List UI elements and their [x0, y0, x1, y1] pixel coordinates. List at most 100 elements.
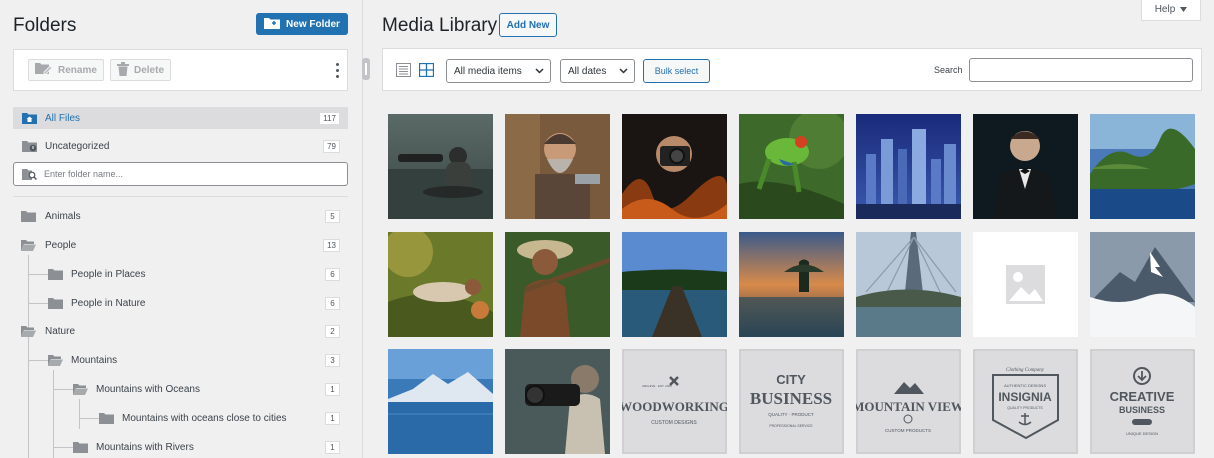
- logo-subtitle-text: QUALITY PRODUCTS: [1007, 406, 1043, 410]
- media-item-bearded-man[interactable]: [505, 114, 610, 219]
- logo-small-text: UNIQUE DESIGN: [1126, 431, 1158, 436]
- folder-label: Animals: [45, 210, 81, 222]
- delete-label: Delete: [134, 64, 165, 76]
- folders-title: Folders: [13, 15, 77, 36]
- folder-open-icon: [73, 383, 88, 395]
- folder-info-icon: [22, 140, 37, 152]
- help-tab[interactable]: Help: [1141, 0, 1201, 21]
- folder-label: Mountains with oceans close to cities: [122, 412, 287, 424]
- folder-tree-item[interactable]: People 13: [13, 234, 348, 256]
- media-library-panel: Media Library Add New Help All media ite…: [364, 0, 1214, 458]
- logo-title-text: CREATIVE: [1110, 389, 1175, 404]
- new-folder-label: New Folder: [286, 18, 340, 30]
- media-item-city-skyline[interactable]: [856, 114, 961, 219]
- logo-title-text: MOUNTAIN VIEW: [856, 399, 961, 414]
- media-item-sunset-swamp[interactable]: [739, 232, 844, 337]
- media-item-logo-city-business[interactable]: CITY BUSINESS QUALITY · PRODUCT PROFESSIONA…: [739, 349, 844, 454]
- folder-count: 1: [325, 382, 340, 396]
- logo-subtitle-text: CUSTOM PRODUCTS: [885, 428, 931, 433]
- logo-small-text: Clothing Company: [1006, 368, 1045, 373]
- folder-count: 6: [325, 296, 340, 310]
- media-search-input[interactable]: [969, 58, 1193, 82]
- media-item-logo-insignia[interactable]: Clothing Company AUTHENTIC DESIGNS INSIGNI…: [973, 349, 1078, 454]
- dates-value: All dates: [568, 65, 607, 77]
- media-item-reclining-person[interactable]: [388, 232, 493, 337]
- media-type-value: All media items: [454, 65, 522, 77]
- chevron-down-icon: [535, 67, 544, 78]
- media-item-frog[interactable]: [739, 114, 844, 219]
- media-item-old-man-hat[interactable]: [505, 232, 610, 337]
- folder-edit-icon: [35, 62, 53, 78]
- folder-open-icon: [21, 325, 36, 337]
- media-item-man-in-suit[interactable]: [973, 114, 1078, 219]
- logo-subtitle-text: BUSINESS: [750, 389, 832, 408]
- media-item-bridge[interactable]: [856, 232, 961, 337]
- folder-search-field[interactable]: [13, 162, 348, 186]
- folder-count: 2: [325, 324, 340, 338]
- media-item-placeholder[interactable]: [973, 232, 1078, 337]
- bulk-select-button[interactable]: Bulk select: [643, 59, 710, 83]
- folder-count: 3: [325, 353, 340, 367]
- folder-add-icon: [264, 17, 281, 32]
- media-item-snowy-peak[interactable]: [1090, 232, 1195, 337]
- media-item-logo-mountain-view[interactable]: MOUNTAIN VIEW CUSTOM PRODUCTS: [856, 349, 961, 454]
- logo-subtitle-text: CUSTOM DESIGNS: [651, 420, 697, 426]
- media-item-mountain-lake[interactable]: [388, 349, 493, 454]
- folder-open-icon: [48, 354, 63, 366]
- logo-small-text: ARCHIVE · EST. 2020: [642, 384, 672, 388]
- folder-all-files[interactable]: All Files 117: [13, 107, 348, 129]
- folder-icon: [73, 441, 88, 453]
- rename-label: Rename: [58, 64, 97, 76]
- uncategorized-count: 79: [323, 139, 340, 153]
- new-folder-button[interactable]: New Folder: [256, 13, 348, 35]
- folder-tree-item[interactable]: Mountains with Rivers 1: [13, 436, 348, 458]
- folder-count: 1: [325, 411, 340, 425]
- folder-tree-item[interactable]: Animals 5: [13, 205, 348, 227]
- media-type-select[interactable]: All media items: [446, 59, 551, 83]
- media-item-logo-creative-business[interactable]: CREATIVE BUSINESS UNIQUE DESIGN: [1090, 349, 1195, 454]
- grid-view-icon[interactable]: [418, 62, 435, 80]
- delete-button[interactable]: Delete: [110, 59, 172, 81]
- divider: [13, 196, 348, 197]
- folder-icon: [99, 412, 114, 424]
- logo-title-text: CITY: [776, 372, 806, 387]
- logo-title-text: WOODWORKING: [622, 399, 727, 414]
- folder-label: People in Places: [71, 268, 146, 280]
- chevron-down-icon: [619, 67, 628, 78]
- folder-icon: [48, 268, 63, 280]
- list-view-icon[interactable]: [396, 63, 411, 80]
- add-new-button[interactable]: Add New: [499, 13, 557, 37]
- folder-uncategorized[interactable]: Uncategorized 79: [13, 135, 348, 157]
- uncategorized-label: Uncategorized: [45, 140, 110, 152]
- folder-count: 13: [323, 238, 340, 252]
- folders-panel: Folders New Folder Rename Delete All Fil…: [0, 0, 363, 458]
- folder-tree-item[interactable]: People in Places 6: [13, 263, 348, 285]
- folder-tree-item[interactable]: Mountains with Oceans 1: [13, 378, 348, 400]
- media-item-photographer-lake[interactable]: [388, 114, 493, 219]
- rename-button[interactable]: Rename: [28, 59, 104, 81]
- dates-select[interactable]: All dates: [560, 59, 635, 83]
- folder-tree-item[interactable]: People in Nature 6: [13, 292, 348, 314]
- folder-label: People: [45, 239, 77, 251]
- media-item-camera-fire[interactable]: [622, 114, 727, 219]
- logo-subtitle-text: BUSINESS: [1119, 405, 1165, 415]
- folder-label: People in Nature: [71, 297, 146, 309]
- folder-count: 1: [325, 440, 340, 454]
- more-options-icon[interactable]: [336, 63, 339, 78]
- search-label: Search: [934, 65, 963, 75]
- folder-label: Nature: [45, 325, 76, 337]
- media-item-boat-river[interactable]: [622, 232, 727, 337]
- folder-tree-item[interactable]: Nature 2: [13, 320, 348, 342]
- page-title: Media Library: [382, 15, 498, 36]
- folder-count: 6: [325, 267, 340, 281]
- folder-toolbar: Rename Delete: [13, 49, 348, 91]
- media-item-coastline[interactable]: [1090, 114, 1195, 219]
- logo-small-text: QUALITY · PRODUCT: [768, 412, 814, 417]
- media-item-photographer-camera[interactable]: [505, 349, 610, 454]
- all-files-label: All Files: [45, 112, 81, 124]
- folder-tree-item[interactable]: Mountains with oceans close to cities 1: [13, 407, 348, 429]
- media-item-logo-woodworking[interactable]: ARCHIVE · EST. 2020 WOODWORKING CUSTOM DES…: [622, 349, 727, 454]
- folder-search-input[interactable]: [44, 169, 324, 179]
- folder-tree-item[interactable]: Mountains 3: [13, 349, 348, 371]
- folder-label: Mountains: [71, 354, 118, 366]
